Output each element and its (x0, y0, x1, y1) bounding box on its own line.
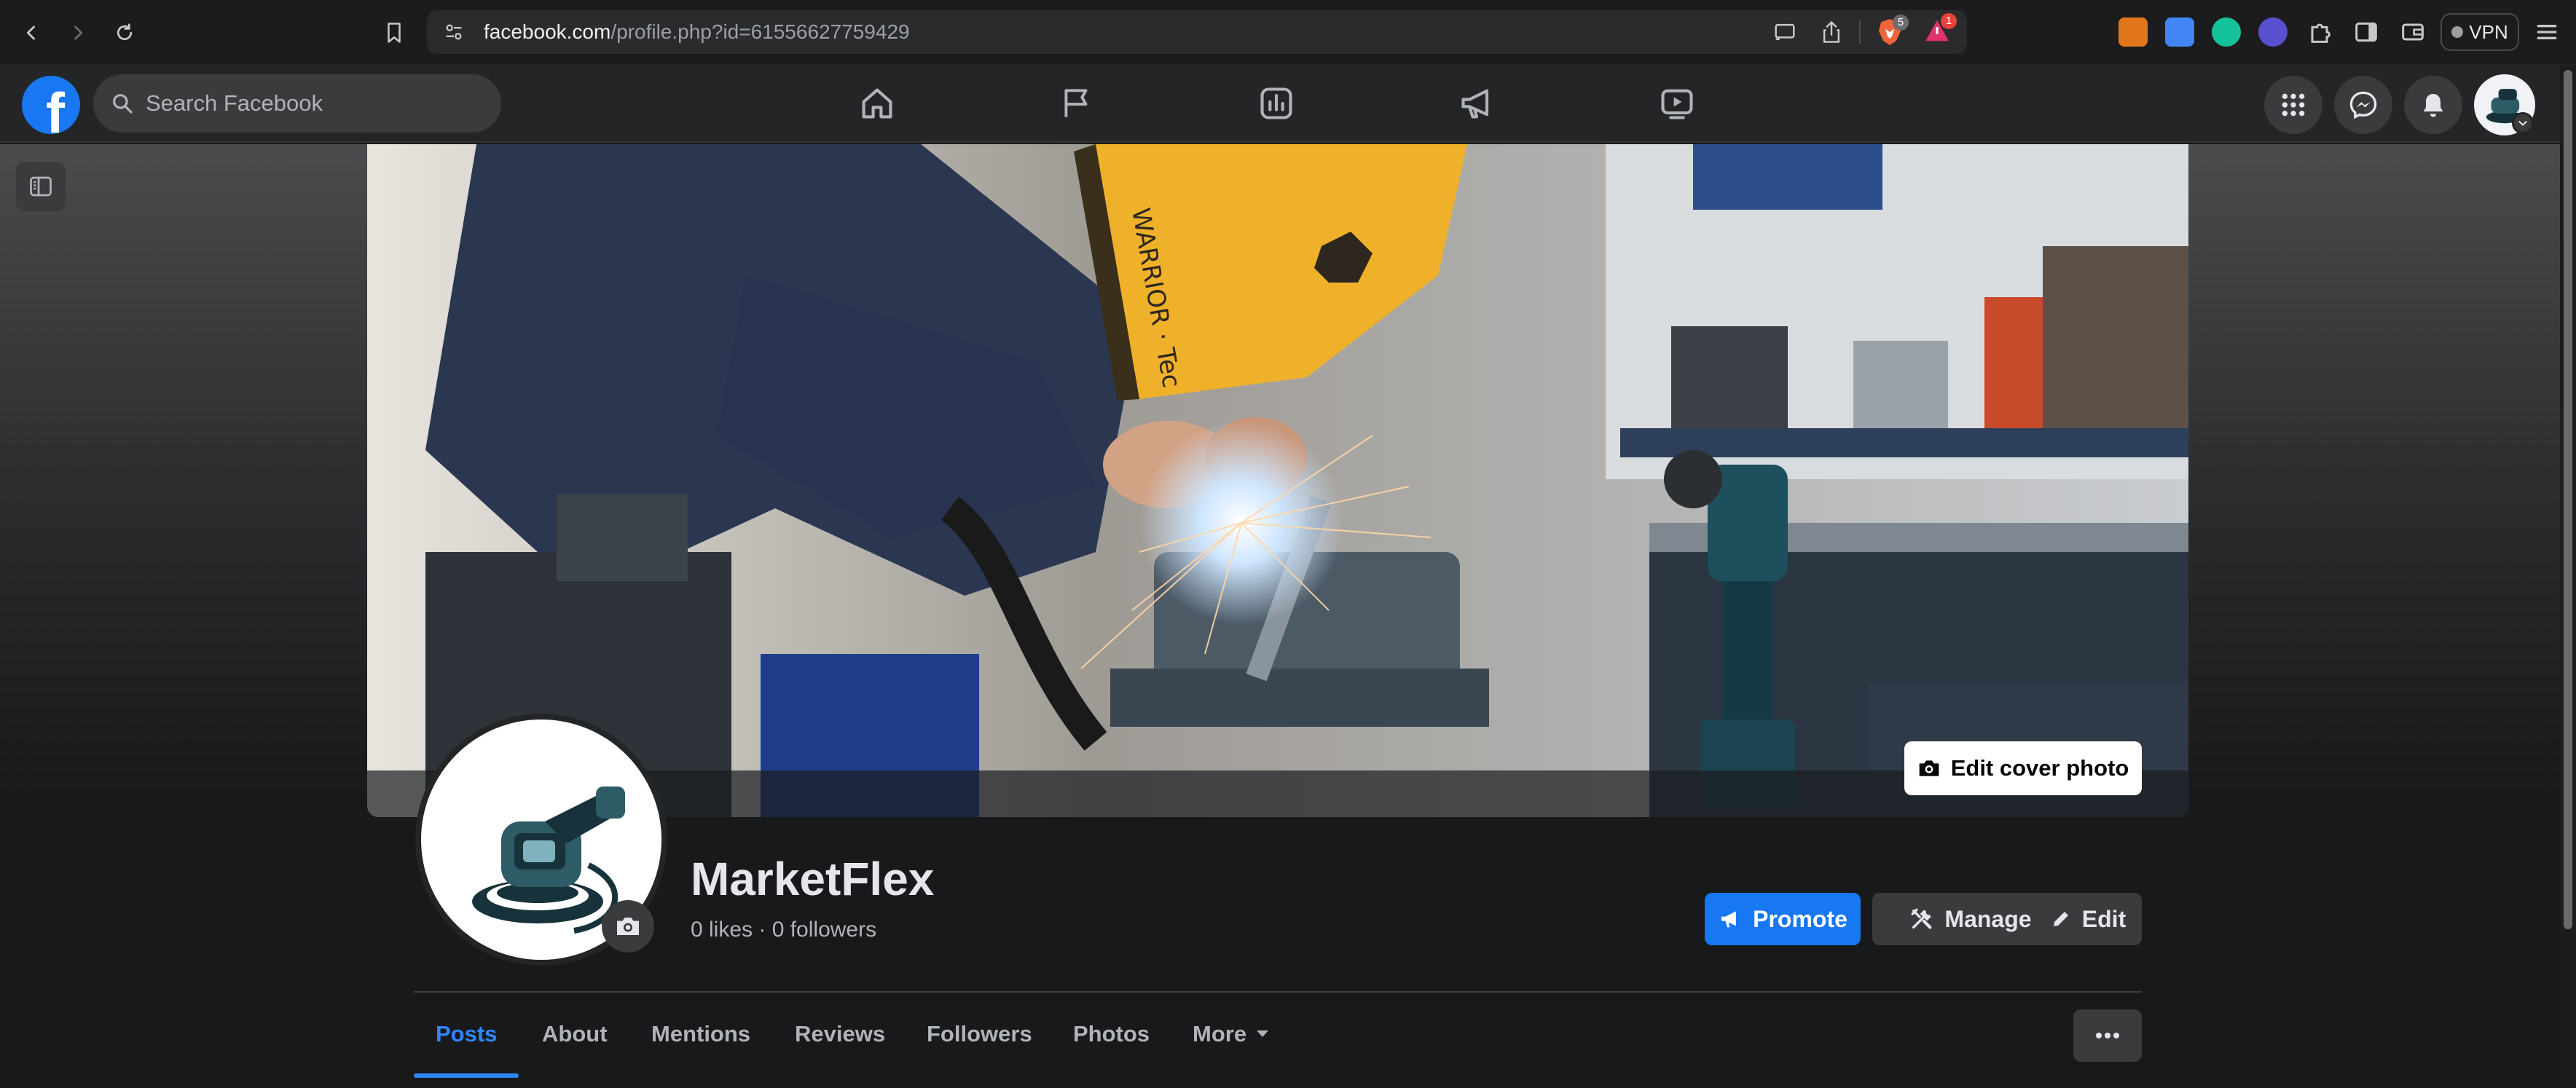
vpn-label: VPN (2469, 20, 2508, 43)
address-bar[interactable]: facebook.com/profile.php?id=615566277594… (427, 10, 1967, 54)
camera-icon (617, 918, 639, 935)
chevron-down-icon (2518, 121, 2527, 126)
page-title: MarketFlex (691, 853, 935, 905)
tab-more-label: More (1193, 1021, 1247, 1046)
sidebar-panel-icon[interactable] (2352, 17, 2381, 47)
reload-button[interactable] (108, 16, 141, 50)
manage-label: Manage (1944, 905, 2032, 932)
edit-cover-label: Edit cover photo (1950, 755, 2129, 781)
bookmark-icon (388, 23, 401, 43)
ellipsis-icon (2096, 1033, 2119, 1038)
messenger-icon (2349, 91, 2377, 119)
active-tab-indicator (414, 1073, 519, 1078)
tools-icon (1911, 908, 1932, 929)
extension-star-icon[interactable] (2258, 17, 2288, 47)
back-button[interactable] (15, 16, 48, 50)
update-profile-picture-button[interactable] (602, 900, 654, 953)
brave-shields-button[interactable]: 5 (1877, 15, 1909, 47)
nav-insights[interactable] (1254, 82, 1298, 125)
tab-photos[interactable]: Photos (1073, 1021, 1150, 1047)
promote-button[interactable]: Promote (1705, 893, 1861, 945)
nav-watch[interactable] (1655, 82, 1699, 125)
nav-ads[interactable] (1456, 82, 1499, 125)
edit-label: Edit (2081, 905, 2127, 932)
flag-icon (1064, 89, 1088, 117)
bell-icon (2423, 94, 2443, 117)
page-stats[interactable]: 0 likes · 0 followers (691, 918, 876, 942)
menu-button[interactable] (2264, 76, 2322, 134)
more-options-button[interactable] (2073, 1009, 2142, 1062)
bookmark-button[interactable] (377, 16, 411, 50)
hamburger-menu-icon[interactable] (2532, 17, 2561, 47)
search-input[interactable]: Search Facebook (93, 74, 501, 133)
cover-photo: WARRIOR · Tec (367, 144, 2188, 817)
site-settings-icon (446, 24, 462, 40)
video-icon (1661, 89, 1693, 119)
scrollbar-thumb[interactable] (2564, 70, 2572, 929)
promote-label: Promote (1753, 905, 1847, 932)
tab-reviews[interactable]: Reviews (795, 1021, 885, 1047)
share-icon[interactable] (1821, 20, 1842, 44)
grammarly-icon[interactable] (2212, 17, 2241, 47)
nav-home[interactable] (855, 82, 899, 125)
edit-cover-photo-button[interactable]: Edit cover photo (1904, 741, 2142, 795)
tab-posts[interactable]: Posts (436, 1021, 497, 1047)
caret-down-icon (1257, 1030, 1269, 1037)
home-icon (862, 88, 892, 119)
megaphone-icon (1721, 911, 1737, 928)
search-placeholder: Search Facebook (146, 90, 323, 116)
sidebar-panel-icon (30, 176, 52, 197)
brave-rewards-button[interactable]: 1 (1923, 13, 1957, 47)
translate-icon[interactable] (2165, 17, 2194, 47)
url-host: facebook.com (484, 20, 611, 43)
insights-icon (1260, 87, 1292, 119)
facebook-top-bar: f Search Facebook (0, 64, 2576, 143)
vpn-status-dot (2451, 26, 2464, 38)
sidebar-toggle-button[interactable] (16, 162, 66, 211)
tab-mentions[interactable]: Mentions (651, 1021, 750, 1047)
nav-pages[interactable] (1055, 82, 1099, 125)
wallet-icon[interactable] (2398, 17, 2427, 47)
chevron-right-icon (74, 25, 83, 40)
url-path: /profile.php?id=61556627759429 (610, 20, 910, 43)
cast-icon[interactable] (1773, 22, 1796, 42)
camera-icon (1919, 760, 1939, 776)
edit-button[interactable]: Edit (2034, 893, 2142, 945)
notifications-button[interactable] (2404, 76, 2462, 134)
search-icon (113, 94, 133, 114)
messenger-button[interactable] (2334, 76, 2392, 134)
welding-workshop-image: WARRIOR · Tec (367, 144, 2188, 817)
rewards-count: 1 (1941, 13, 1957, 29)
chevron-left-icon (26, 25, 35, 40)
separator (1859, 20, 1861, 44)
brave-shields-count: 5 (1893, 15, 1909, 31)
account-menu-caret[interactable] (2512, 112, 2534, 134)
tab-about[interactable]: About (542, 1021, 608, 1047)
extensions-puzzle-icon[interactable] (2305, 17, 2334, 47)
vpn-button[interactable]: VPN (2440, 13, 2519, 51)
tab-followers[interactable]: Followers (927, 1021, 1032, 1047)
profile-divider (414, 991, 2142, 993)
facebook-logo[interactable]: f (22, 76, 80, 134)
browser-toolbar: facebook.com/profile.php?id=615566277594… (0, 0, 2576, 64)
megaphone-icon (1461, 89, 1489, 119)
forward-button[interactable] (61, 16, 95, 50)
tab-more[interactable]: More (1193, 1021, 1270, 1047)
metamask-icon[interactable] (2118, 17, 2148, 47)
url-text[interactable]: facebook.com/profile.php?id=615566277594… (484, 20, 910, 44)
pencil-icon (2053, 912, 2068, 926)
apps-grid-icon (2282, 93, 2305, 117)
reload-icon (117, 23, 133, 41)
